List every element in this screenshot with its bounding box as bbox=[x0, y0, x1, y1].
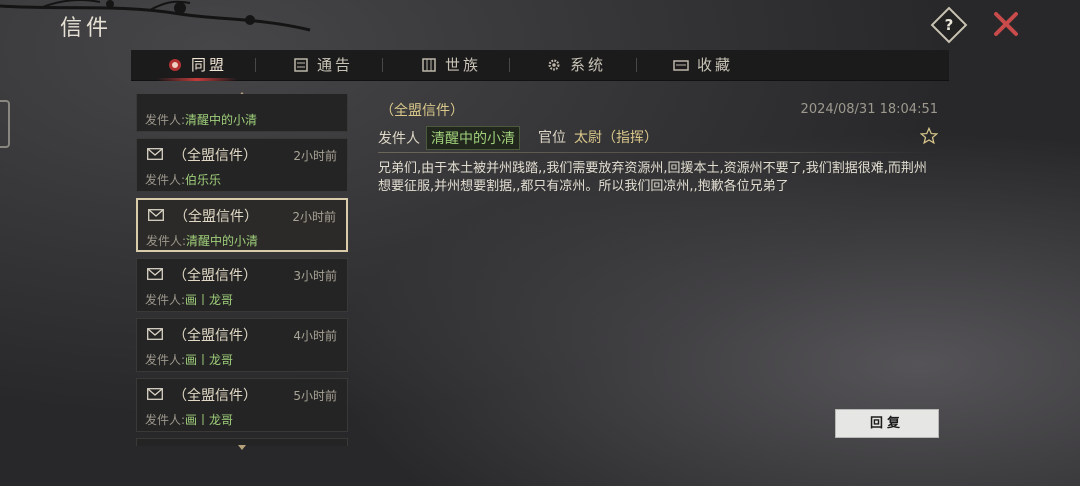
mail-sender: 发件人:画丨龙哥 bbox=[145, 353, 234, 367]
detail-body: 兄弟们,由于本土被并州践踏,,我们需要放弃资源州,回援本土,资源州不要了,我们割… bbox=[378, 161, 927, 194]
tab-separator bbox=[255, 58, 256, 72]
tab-clan-label: 世族 bbox=[445, 56, 482, 74]
list-scroll-down-icon[interactable] bbox=[238, 445, 246, 450]
reply-button[interactable]: 回复 bbox=[835, 409, 939, 438]
mail-list-item[interactable]: （全盟信件） 3小时前 发件人:画丨龙哥 bbox=[136, 258, 348, 312]
mail-subject: （全盟信件） bbox=[173, 388, 257, 404]
mail-sender: 发件人:清醒中的小清 bbox=[146, 234, 259, 248]
rank-label: 官位 bbox=[538, 130, 566, 146]
mail-sender: 发件人:画丨龙哥 bbox=[145, 413, 234, 427]
tab-clan[interactable]: 世族 bbox=[421, 50, 481, 80]
help-button[interactable]: ? bbox=[930, 6, 968, 44]
mail-list: 发件人:清醒中的小清 （全盟信件） 2小时前 发件人:伯乐乐 （全盟信件） 2小… bbox=[134, 94, 352, 446]
envelope-icon bbox=[147, 388, 163, 400]
mail-time: 2小时前 bbox=[292, 210, 336, 224]
mail-subject: （全盟信件） bbox=[173, 268, 257, 284]
mail-time: 3小时前 bbox=[293, 269, 337, 283]
tab-separator bbox=[636, 58, 637, 72]
notice-icon bbox=[294, 58, 308, 72]
help-icon: ? bbox=[944, 16, 954, 34]
mail-sender: 发件人:画丨龙哥 bbox=[145, 293, 234, 307]
detail-divider bbox=[378, 152, 938, 153]
from-name[interactable]: 清醒中的小清 bbox=[426, 126, 520, 150]
detail-date: 2024/08/31 18:04:51 bbox=[800, 102, 938, 117]
mail-subject: （全盟信件） bbox=[173, 148, 257, 164]
mail-subject: （全盟信件） bbox=[174, 209, 258, 225]
mail-sender: 发件人:伯乐乐 bbox=[145, 173, 222, 187]
tab-separator bbox=[509, 58, 510, 72]
window-title: 信件 bbox=[60, 16, 113, 41]
close-icon[interactable] bbox=[990, 8, 1022, 40]
mail-time: 2小时前 bbox=[293, 149, 337, 163]
detail-subject: （全盟信件） bbox=[380, 103, 464, 119]
detail-rank: 官位 太尉（指挥） bbox=[538, 127, 658, 147]
from-label: 发件人 bbox=[378, 131, 420, 147]
mail-list-item[interactable]: （全盟信件） 4小时前 发件人:画丨龙哥 bbox=[136, 318, 348, 372]
tab-alliance-label: 同盟 bbox=[191, 56, 228, 74]
envelope-icon bbox=[147, 148, 163, 160]
mail-subject: （全盟信件） bbox=[173, 328, 257, 344]
detail-from: 发件人 清醒中的小清 bbox=[378, 126, 520, 150]
mail-list-item[interactable]: 发件人:清醒中的小清 bbox=[136, 94, 348, 132]
mail-detail: （全盟信件） 2024/08/31 18:04:51 发件人 清醒中的小清 官位太… bbox=[364, 90, 948, 448]
mail-list-item-selected[interactable]: （全盟信件） 2小时前 发件人:清醒中的小清 bbox=[136, 198, 348, 252]
tab-system[interactable]: 系统 bbox=[546, 50, 606, 80]
tab-notice-label: 通告 bbox=[317, 56, 354, 74]
clan-icon bbox=[422, 58, 436, 72]
tab-favorites[interactable]: 收藏 bbox=[673, 50, 733, 80]
side-panel-handle[interactable] bbox=[0, 100, 10, 148]
alliance-icon bbox=[169, 59, 181, 71]
mail-time: 5小时前 bbox=[293, 389, 337, 403]
tab-system-label: 系统 bbox=[570, 56, 607, 74]
envelope-icon bbox=[147, 268, 163, 280]
rank-value: 太尉（指挥） bbox=[574, 130, 658, 146]
tab-notice[interactable]: 通告 bbox=[293, 50, 353, 80]
envelope-icon bbox=[147, 328, 163, 340]
tab-separator bbox=[382, 58, 383, 72]
mail-time: 4小时前 bbox=[293, 329, 337, 343]
envelope-icon bbox=[148, 209, 164, 221]
tab-favorites-label: 收藏 bbox=[697, 56, 734, 74]
tab-alliance[interactable]: 同盟 bbox=[156, 50, 238, 81]
tab-bar: 同盟 通告 世族 系统 收藏 bbox=[131, 50, 949, 81]
mail-sender: 发件人:清醒中的小清 bbox=[145, 113, 258, 127]
mail-list-item[interactable]: （全盟信件） 5小时前 发件人:画丨龙哥 bbox=[136, 378, 348, 432]
star-icon[interactable] bbox=[920, 127, 938, 145]
mail-list-item[interactable]: （全盟信件） 2小时前 发件人:伯乐乐 bbox=[136, 138, 348, 192]
favorites-icon bbox=[673, 60, 689, 71]
system-gear-icon bbox=[548, 59, 560, 71]
